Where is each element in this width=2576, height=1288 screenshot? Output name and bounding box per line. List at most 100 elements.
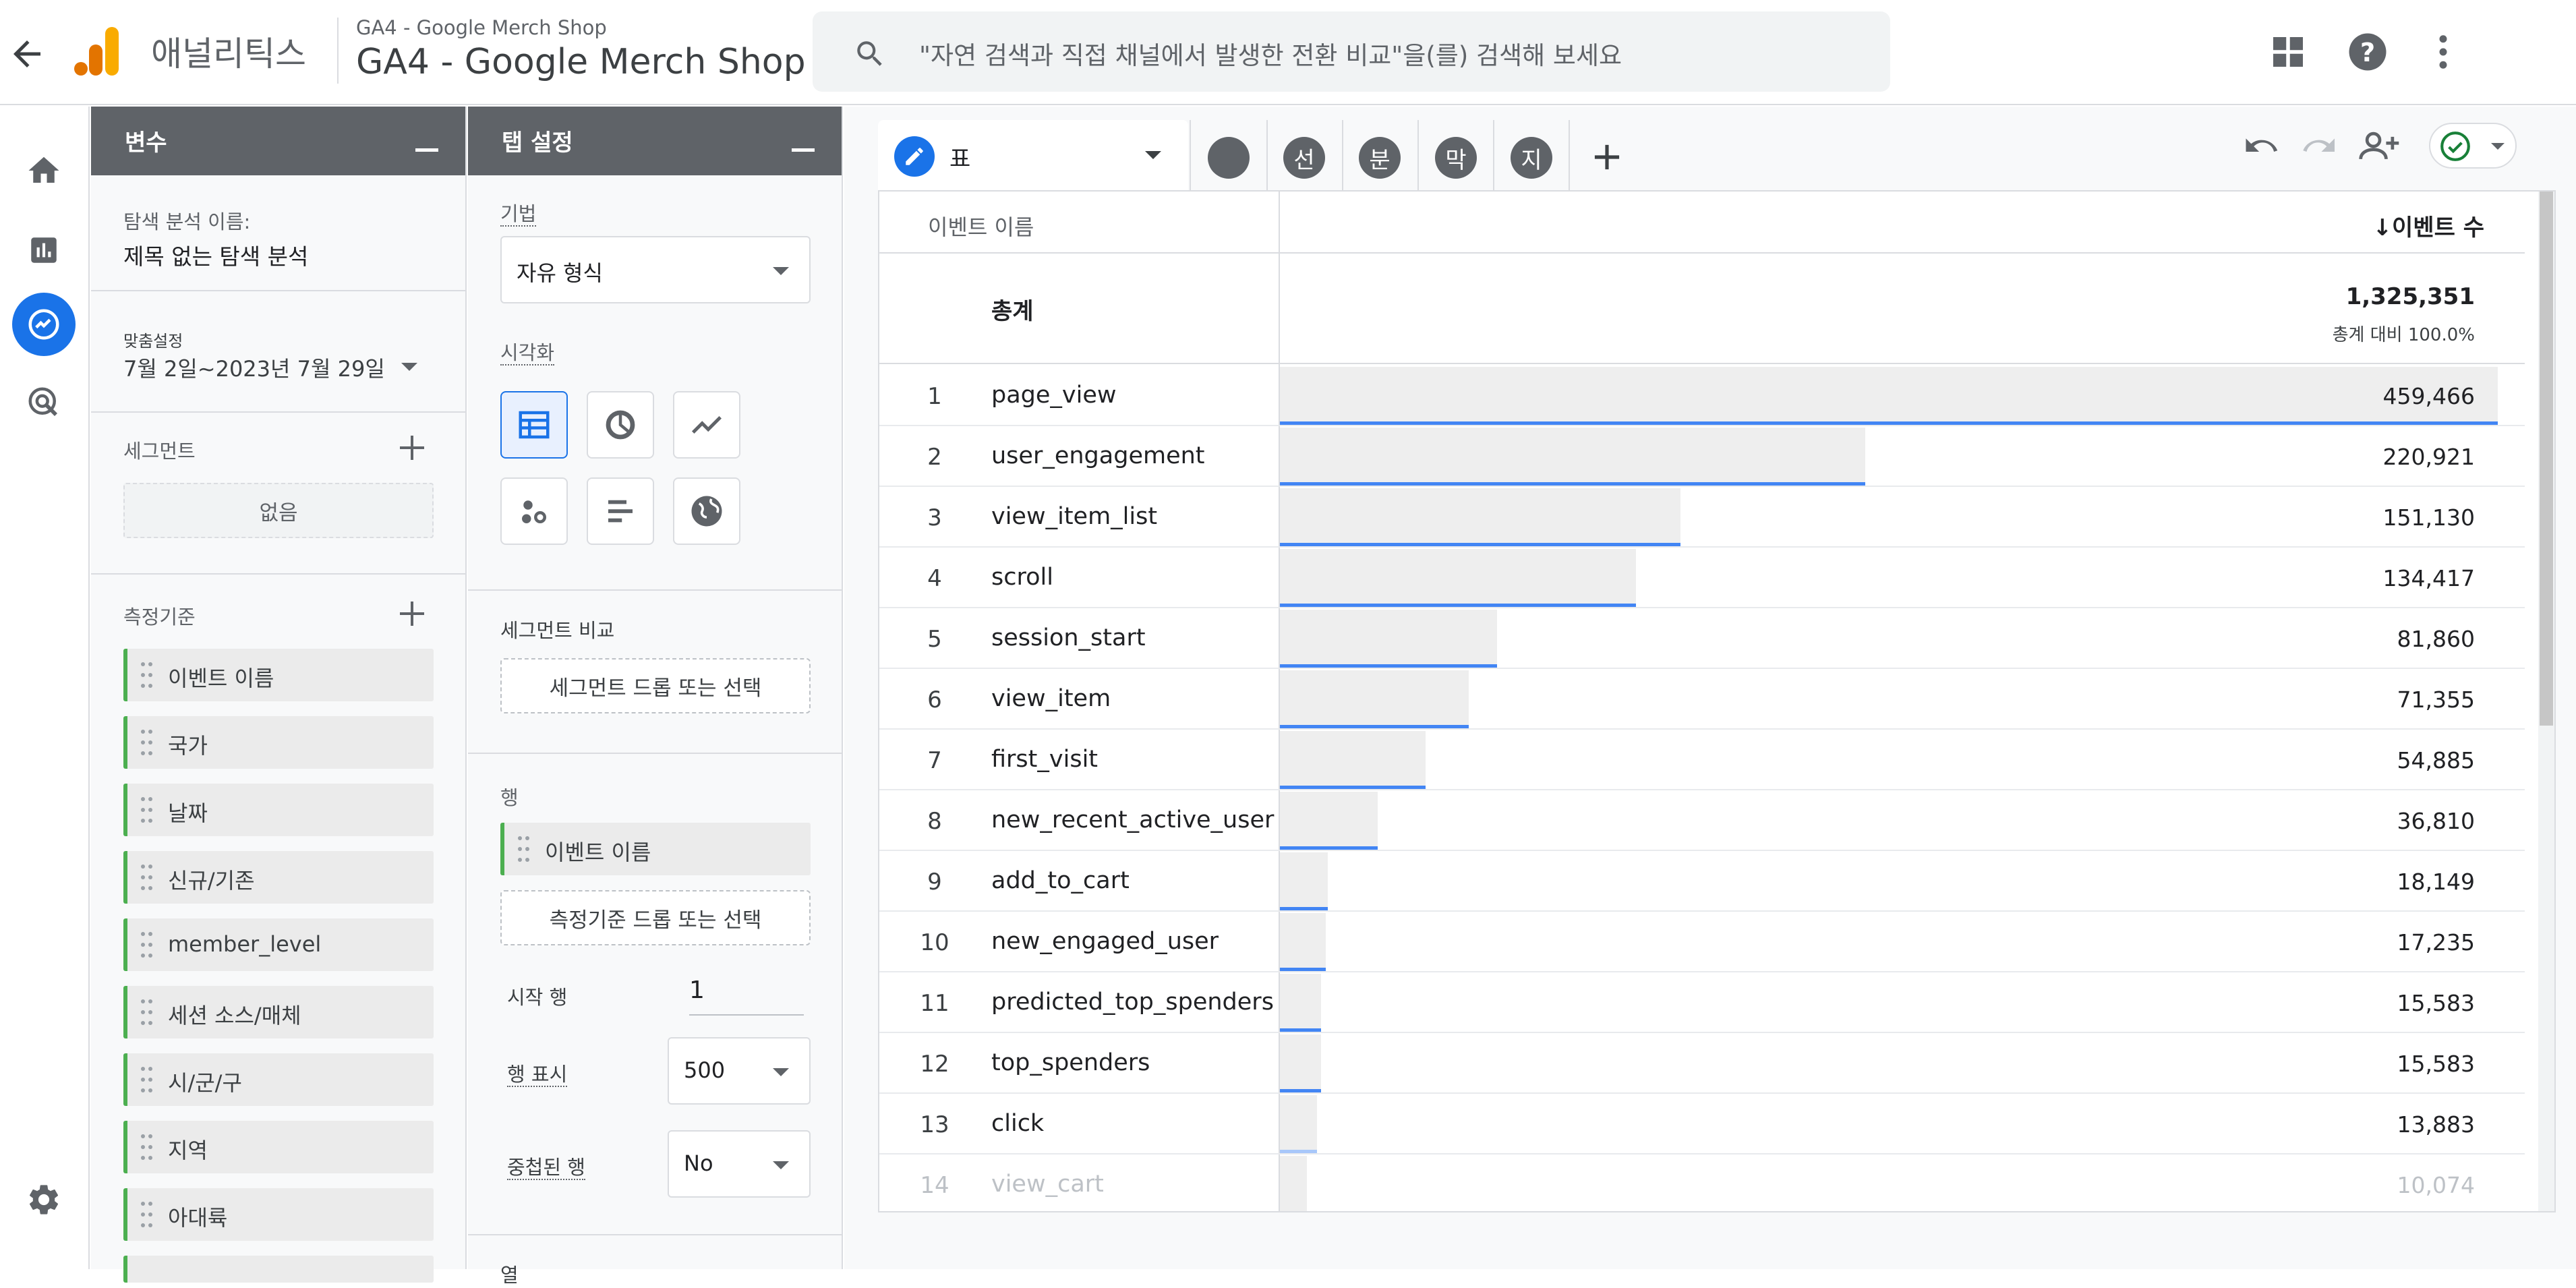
tab-initial[interactable]: 선 <box>1283 137 1325 179</box>
tab-blank[interactable] <box>1208 137 1250 179</box>
nested-rows-select[interactable]: No <box>668 1130 811 1198</box>
dimension-label: 신규/기존 <box>168 868 255 894</box>
undo-icon[interactable] <box>2242 127 2281 169</box>
drag-handle-icon[interactable] <box>141 1202 153 1227</box>
search-input[interactable]: "자연 검색과 직접 채널에서 발생한 전환 비교"을(를) 검색해 보세요 <box>813 11 1890 92</box>
analytics-logo-icon[interactable] <box>74 24 123 78</box>
donut-viz-button[interactable] <box>587 391 654 459</box>
event-name[interactable]: scroll <box>991 564 1053 591</box>
row-dimension-chip[interactable]: 이벤트 이름 <box>500 823 811 875</box>
collapse-variables-button[interactable] <box>415 148 438 152</box>
dimension-chip[interactable]: 국가 <box>123 716 434 769</box>
dimension-chip[interactable]: 날짜 <box>123 784 434 836</box>
event-name[interactable]: click <box>991 1110 1044 1137</box>
edit-pencil-icon[interactable] <box>894 136 935 177</box>
back-arrow-icon[interactable] <box>7 34 47 74</box>
table-row[interactable]: 14 view_cart 10,074 <box>879 1154 2525 1211</box>
dimension-chip[interactable]: 이벤트 이름 <box>123 649 434 701</box>
home-icon[interactable] <box>12 139 76 202</box>
event-name[interactable]: view_item_list <box>991 503 1157 530</box>
dimension-chip-partial[interactable] <box>123 1256 434 1283</box>
date-dropdown-icon[interactable] <box>401 363 417 371</box>
table-viz-button[interactable] <box>500 391 568 459</box>
add-tab-icon[interactable] <box>1586 136 1628 178</box>
dimension-chip[interactable]: member_level <box>123 918 434 971</box>
reports-icon[interactable] <box>12 218 76 282</box>
apps-grid-icon[interactable] <box>2266 30 2310 74</box>
table-row[interactable]: 4 scroll 134,417 <box>879 548 2525 608</box>
table-row[interactable]: 12 top_spenders 15,583 <box>879 1033 2525 1094</box>
event-name[interactable]: new_engaged_user <box>991 928 1219 955</box>
collapse-tab-settings-button[interactable] <box>792 148 815 152</box>
advertising-icon[interactable] <box>12 371 76 434</box>
explore-icon[interactable] <box>12 293 76 356</box>
account-path[interactable]: GA4 - Google Merch Shop <box>356 16 607 39</box>
table-row[interactable]: 2 user_engagement 220,921 <box>879 426 2525 487</box>
event-name[interactable]: predicted_top_spenders <box>991 989 1274 1016</box>
table-row[interactable]: 1 page_view 459,466 <box>879 365 2525 426</box>
svg-text:?: ? <box>2360 38 2375 68</box>
event-name[interactable]: add_to_cart <box>991 867 1130 894</box>
table-row[interactable]: 6 view_item 71,355 <box>879 669 2525 730</box>
date-range-selector[interactable]: 7월 2일~2023년 7월 29일 <box>123 352 385 383</box>
drag-handle-icon[interactable] <box>141 1134 153 1160</box>
drag-handle-icon[interactable] <box>141 797 153 823</box>
event-name[interactable]: view_cart <box>991 1171 1104 1198</box>
dimension-chip[interactable]: 시/군/구 <box>123 1053 434 1106</box>
status-check-button[interactable] <box>2429 123 2517 169</box>
help-icon[interactable]: ? <box>2345 30 2390 74</box>
tab-menu-icon[interactable] <box>1145 151 1161 159</box>
event-name[interactable]: user_engagement <box>991 442 1205 469</box>
bar-viz-button[interactable] <box>587 477 654 545</box>
tab-initial[interactable]: 분 <box>1359 137 1401 179</box>
table-row[interactable]: 13 click 13,883 <box>879 1094 2525 1154</box>
dimension-chip[interactable]: 지역 <box>123 1121 434 1173</box>
table-row[interactable]: 8 new_recent_active_user 36,810 <box>879 790 2525 851</box>
tab-table[interactable]: 표 <box>878 120 1188 190</box>
event-name[interactable]: new_recent_active_user <box>991 807 1274 833</box>
tab-initial[interactable]: 지 <box>1511 137 1552 179</box>
dimension-column-header[interactable]: 이벤트 이름 <box>928 210 1034 241</box>
more-vert-icon[interactable] <box>2421 30 2465 74</box>
event-name[interactable]: page_view <box>991 382 1117 409</box>
table-scrollbar[interactable] <box>2538 192 2554 1211</box>
table-row[interactable]: 10 new_engaged_user 17,235 <box>879 912 2525 972</box>
event-name[interactable]: first_visit <box>991 746 1098 773</box>
segment-drop-zone[interactable]: 세그먼트 드롭 또는 선택 <box>500 658 811 713</box>
drag-handle-icon[interactable] <box>518 836 530 862</box>
show-rows-select[interactable]: 500 <box>668 1037 811 1105</box>
dimension-chip[interactable]: 신규/기존 <box>123 851 434 904</box>
line-viz-button[interactable] <box>673 391 740 459</box>
drag-handle-icon[interactable] <box>141 1067 153 1092</box>
dimension-chip[interactable]: 세션 소스/매체 <box>123 986 434 1038</box>
table-row[interactable]: 11 predicted_top_spenders 15,583 <box>879 972 2525 1033</box>
event-name[interactable]: session_start <box>991 624 1146 651</box>
drag-handle-icon[interactable] <box>141 999 153 1025</box>
row-drop-zone[interactable]: 측정기준 드롭 또는 선택 <box>500 890 811 945</box>
scatter-viz-button[interactable] <box>500 477 568 545</box>
share-user-icon[interactable] <box>2358 127 2402 169</box>
tab-initial[interactable]: 막 <box>1435 137 1477 179</box>
property-selector[interactable]: GA4 - Google Merch Shop <box>356 42 806 82</box>
event-name[interactable]: top_spenders <box>991 1049 1150 1076</box>
table-row[interactable]: 7 first_visit 54,885 <box>879 730 2525 790</box>
metric-column-header[interactable]: ↓이벤트 수 <box>2373 209 2484 242</box>
drag-handle-icon[interactable] <box>141 662 153 688</box>
redo-icon[interactable] <box>2301 127 2340 169</box>
drag-handle-icon[interactable] <box>141 865 153 890</box>
add-segment-icon[interactable] <box>399 434 426 461</box>
table-row[interactable]: 9 add_to_cart 18,149 <box>879 851 2525 912</box>
table-row[interactable]: 5 session_start 81,860 <box>879 608 2525 669</box>
table-row[interactable]: 3 view_item_list 151,130 <box>879 487 2525 548</box>
start-row-input[interactable]: 1 <box>689 970 804 1016</box>
drag-handle-icon[interactable] <box>141 730 153 755</box>
event-name[interactable]: view_item <box>991 685 1111 712</box>
settings-gear-icon[interactable] <box>12 1168 76 1231</box>
add-dimension-icon[interactable] <box>399 600 426 627</box>
scrollbar-thumb[interactable] <box>2540 192 2553 726</box>
geo-viz-button[interactable] <box>673 477 740 545</box>
dimension-chip[interactable]: 아대륙 <box>123 1188 434 1241</box>
exploration-name-input[interactable]: 제목 없는 탐색 분석 <box>123 239 308 271</box>
technique-select[interactable]: 자유 형식 <box>500 236 811 303</box>
drag-handle-icon[interactable] <box>141 932 153 958</box>
